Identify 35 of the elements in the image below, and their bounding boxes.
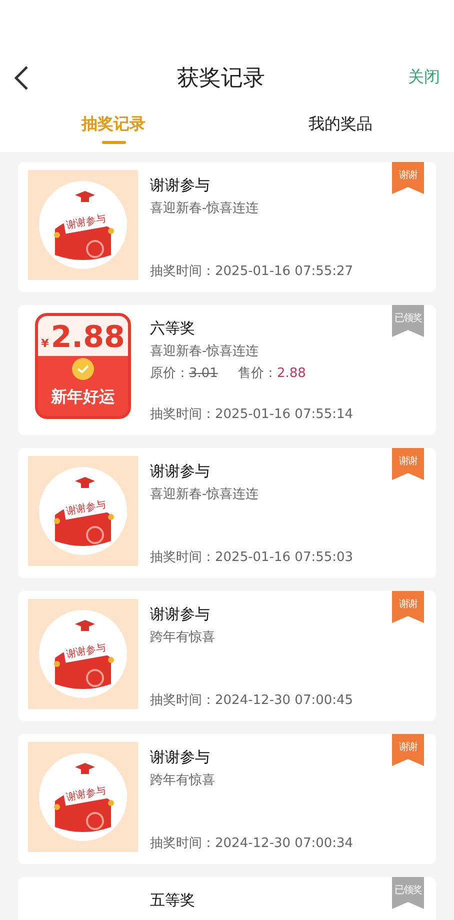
record-card[interactable]: ¥2.88 新年好运 六等奖 喜迎新春-惊喜连连 原价：3.01 售价：2.88 抽奖时间：2025-01-16 07:55:14 已领奖: [18, 305, 436, 435]
sale-price: 售价：2.88: [238, 365, 306, 382]
campaign-name: 喜迎新春-惊喜连连: [150, 486, 260, 503]
prize-amount: ¥2.88: [41, 320, 125, 355]
record-title: 谢谢参与: [150, 605, 211, 624]
record-title: 五等奖: [150, 891, 196, 910]
coin-icon: [71, 357, 95, 381]
original-price: 原价：3.01: [150, 365, 218, 382]
tab[interactable]: 我的奖品: [227, 105, 454, 152]
draw-time: 抽奖时间：2024-12-30 07:00:45: [150, 692, 354, 710]
record-title: 六等奖: [150, 319, 196, 338]
record-card[interactable]: 谢谢参与 谢谢参与 喜迎新春-惊喜连连 抽奖时间：2025-01-16 07:55:27 谢谢: [18, 162, 436, 292]
draw-time: 抽奖时间：2024-12-30 07:00:34: [150, 835, 354, 853]
campaign-name: 跨年有惊喜: [150, 629, 216, 646]
record-card[interactable]: 五等奖 已领奖: [18, 877, 436, 920]
campaign-name: 跨年有惊喜: [150, 772, 216, 789]
page-title: 获奖记录: [177, 64, 265, 92]
record-card[interactable]: 谢谢参与 谢谢参与 跨年有惊喜 抽奖时间：2024-12-30 07:00:45 谢谢: [18, 591, 436, 721]
campaign-name: 喜迎新春-惊喜连连: [150, 200, 260, 217]
draw-time: 抽奖时间：2025-01-16 07:55:27: [150, 263, 354, 281]
status-ribbon: 已领奖: [392, 877, 424, 909]
status-ribbon: 谢谢: [392, 591, 424, 623]
status-ribbon: 谢谢: [392, 448, 424, 480]
status-ribbon: 谢谢: [392, 734, 424, 766]
record-title: 谢谢参与: [150, 748, 211, 767]
status-ribbon: 谢谢: [392, 162, 424, 194]
record-card[interactable]: 谢谢参与 谢谢参与 喜迎新春-惊喜连连 抽奖时间：2025-01-16 07:55:03 谢谢: [18, 448, 436, 578]
record-title: 谢谢参与: [150, 462, 211, 481]
draw-time: 抽奖时间：2025-01-16 07:55:14: [150, 406, 354, 424]
campaign-name: 喜迎新春-惊喜连连: [150, 343, 260, 360]
draw-time: 抽奖时间：2025-01-16 07:55:03: [150, 549, 354, 567]
prize-caption: 新年好运: [51, 387, 115, 408]
record-title: 谢谢参与: [150, 176, 211, 195]
status-ribbon: 已领奖: [392, 305, 424, 337]
record-card[interactable]: 谢谢参与 谢谢参与 跨年有惊喜 抽奖时间：2024-12-30 07:00:34 谢谢: [18, 734, 436, 864]
